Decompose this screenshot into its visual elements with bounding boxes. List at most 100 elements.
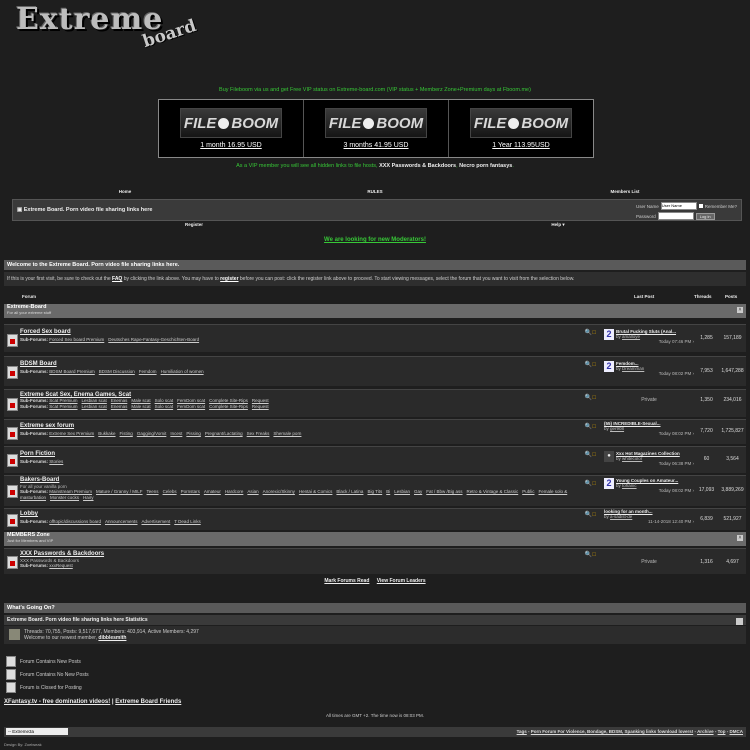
fileboom-logo[interactable]: FILE BOOM [180,108,282,138]
subforum-link[interactable]: Deutsches Rape-Fantasy-Geschichten-Board [108,337,199,342]
subforum-link[interactable]: BDSM Discussion [99,369,135,374]
last-post-user[interactable]: tohanic [622,483,637,488]
login-button[interactable]: Log in [695,212,715,220]
forum-tools-icon[interactable]: 🔍□ [585,329,596,336]
forum-row[interactable]: Porn Fiction Sub-Forums: Stories 🔍□ ● Xxx… [4,446,746,473]
subforum-link[interactable]: Stories [49,459,63,464]
collapse-icon[interactable]: ˄ [737,307,743,313]
subforum-link[interactable]: Solo scat [155,398,174,403]
moderators-link[interactable]: We are looking for new Moderators! [0,237,750,243]
forum-row[interactable]: Lobby Sub-Forums: offtopic/discussions b… [4,508,746,530]
category-header[interactable]: MEMBERS Zone Just for Members and VIP ˄ [4,532,746,546]
subforum-link[interactable]: Lesbian scat [82,398,107,403]
forum-tools-icon[interactable]: 🔍□ [585,480,596,487]
forum-row[interactable]: Extreme sex forum Sub-Forums: Extreme Se… [4,419,746,444]
subforum-link[interactable]: Asian [247,489,258,494]
subforum-link[interactable]: xxxRequest [49,563,73,568]
forum-row[interactable]: Forced Sex board Sub-Forums: Forced Sex … [4,324,746,352]
subforum-link[interactable]: Forced Sex board Premium [49,337,104,342]
subforum-link[interactable]: Lesbian [394,489,410,494]
subforum-link[interactable]: Announcements [105,519,138,524]
subforum-link[interactable]: Pissing [186,431,201,436]
subforum-link[interactable]: Mature / Granny / MILF [96,489,143,494]
last-post-user[interactable]: whitecolor [622,456,642,461]
footer-link-archive[interactable]: Archive [697,729,714,734]
subforum-link[interactable]: Male scat [131,398,150,403]
collapse-icon[interactable] [736,618,743,625]
forum-title[interactable]: Bakers-Board [20,477,582,483]
subforum-link[interactable]: Mainstream Premium [49,489,92,494]
vip-link-passwords[interactable]: XXX Passwords & Backdoors [379,163,456,169]
faq-link[interactable]: FAQ [112,276,122,282]
last-post-user[interactable]: a-sadist-de [610,514,632,519]
forum-row[interactable]: Extreme Scat Sex, Enema Games, Scat Sub-… [4,389,746,417]
forum-row[interactable]: BDSM Board Sub-Forums: BDSM Board Premiu… [4,356,746,386]
forum-tools-icon[interactable]: 🔍□ [585,511,596,518]
subforum-link[interactable]: Black / Latina [336,489,363,494]
subforum-link[interactable]: Lesbian scat [82,404,107,409]
forum-title[interactable]: Lobby [20,511,582,517]
board-title[interactable]: ▣ Extreme Board. Porn video file sharing… [17,207,152,213]
subforum-link[interactable]: Scat Premium [49,404,77,409]
subforum-link[interactable]: Complete Site-Rips [209,404,248,409]
subforum-link[interactable]: Pornstars [181,489,200,494]
subforum-link[interactable]: Hardcore [225,489,244,494]
fileboom-logo[interactable]: FILE BOOM [470,108,572,138]
username-input[interactable]: User Name [660,202,697,210]
subforum-link[interactable]: Gagging/Vomit [137,431,167,436]
forum-tools-icon[interactable]: 🔍□ [585,394,596,401]
fileboom-logo[interactable]: FILE BOOM [325,108,427,138]
subforum-link[interactable]: T Dead Links [174,519,200,524]
newest-member-link[interactable]: dibblesmith [98,635,126,641]
forum-row[interactable]: Bakers-Board For all your vanilla porn S… [4,475,746,506]
register-link[interactable]: register [220,276,238,282]
subforum-link[interactable]: Extreme Sex Premium [49,431,94,436]
vip-link-necro[interactable]: Necro porn fantasys [459,163,512,169]
subforum-link[interactable]: Enemas [111,404,128,409]
subforum-link[interactable]: Public [522,489,534,494]
last-post-user[interactable]: Dreamman [622,366,644,371]
subforum-link[interactable]: Femdom [139,369,157,374]
forum-title[interactable]: Extreme sex forum [20,423,582,429]
remember-checkbox[interactable] [698,204,703,208]
subforum-link[interactable]: Shemale porn [273,431,301,436]
forum-title[interactable]: XXX Passwords & Backdoors [20,551,582,557]
nav-help[interactable]: Help ▾ [376,222,740,228]
subforum-link[interactable]: Enemas [111,398,128,403]
subforum-link[interactable]: Bi [386,489,390,494]
nav-register[interactable]: Register [12,222,376,228]
subforum-link[interactable]: Amateur [204,489,221,494]
subforum-link[interactable]: Hentai & Comics [299,489,333,494]
subforum-link[interactable]: Celebs [163,489,177,494]
subforum-link[interactable]: Bukkake [98,431,115,436]
footer-link-dmca[interactable]: DMCA [730,729,744,734]
view-forum-leaders-link[interactable]: View Forum Leaders [377,578,426,584]
password-input[interactable] [657,212,694,220]
nav-members-list[interactable]: Members List [500,189,750,197]
subforum-link[interactable]: Gay [414,489,422,494]
footer-link-tags[interactable]: Tags [517,729,527,734]
nav-home[interactable]: Home [0,189,250,197]
forum-tools-icon[interactable]: 🔍□ [585,423,596,430]
mark-forums-read-link[interactable]: Mark Forums Read [324,578,369,584]
ad-price-link[interactable]: 1 Year 113.95USD [492,142,549,149]
subforum-link[interactable]: Teens [147,489,159,494]
last-post-user[interactable]: ger908 [610,426,624,431]
subforum-link[interactable]: Advertisement [142,519,171,524]
footer-link-home[interactable]: Porn Forum For Violence, Bondage, BDSM, … [531,729,693,734]
site-logo[interactable]: Extreme board [2,2,199,52]
ad-price-link[interactable]: 1 month 16.95 USD [200,142,261,149]
subforum-link[interactable]: Request [252,404,269,409]
subforum-link[interactable]: Male scat [131,404,150,409]
forum-tools-icon[interactable]: 🔍□ [585,551,596,558]
category-header[interactable]: Extreme-Board For all your extreme stuff… [4,304,746,318]
xfantasy-link[interactable]: XFantasy.tv - free domination videos! [4,699,110,705]
forum-title[interactable]: Porn Fiction [20,451,582,457]
board-friends-link[interactable]: Extreme Board Friends [115,699,181,705]
subforum-link[interactable]: Solo scat [155,404,174,409]
subforum-link[interactable]: Humiliation of women [161,369,204,374]
ad-cell-1[interactable]: FILE BOOM 1 month 16.95 USD [159,100,304,157]
ad-price-link[interactable]: 3 months 41.95 USD [344,142,409,149]
ad-cell-2[interactable]: FILE BOOM 3 months 41.95 USD [304,100,449,157]
subforum-link[interactable]: Fat / Bbw /Big ass [426,489,462,494]
